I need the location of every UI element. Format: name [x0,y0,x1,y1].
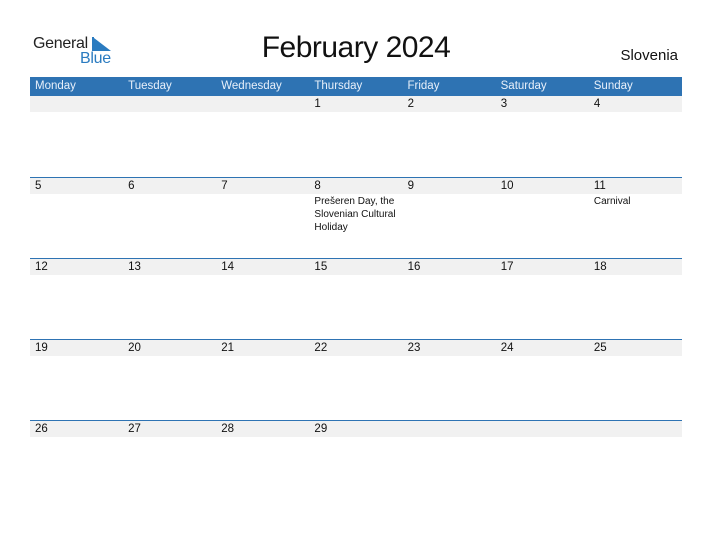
day-number: 10 [500,180,514,192]
day-cell: 20 [123,340,216,421]
day-cell: 13 [123,259,216,340]
day-cell: 6 [123,178,216,259]
day-number: 29 [314,423,328,435]
weekday-monday: Monday [35,80,76,92]
day-number: 9 [407,180,414,192]
day-cell: 29 [309,421,402,502]
day-number: 23 [407,342,421,354]
day-number: 2 [407,98,414,110]
week-row: 5 6 7 8 Prešeren Day, the Slovenian Cultural… [30,177,682,259]
weekday-wednesday: Wednesday [221,80,282,92]
day-cell: 26 [30,421,123,502]
day-cell: 21 [216,340,309,421]
day-cell [123,96,216,177]
day-number: 3 [500,98,508,110]
day-number: 15 [314,261,328,273]
day-cell: 4 [589,96,682,177]
weekday-thursday: Thursday [314,80,363,92]
day-cell: 24 [496,340,589,421]
day-cell: 19 [30,340,123,421]
day-number: 19 [35,342,48,354]
day-number: 4 [593,98,601,110]
day-number: 12 [35,261,48,273]
weekday-header: Monday Tuesday Wednesday Thursday Friday… [30,77,682,96]
day-cell: 8 Prešeren Day, the Slovenian Cultural Ho… [309,178,402,259]
day-cell: 9 [403,178,496,259]
day-number: 21 [221,342,235,354]
day-cell [30,96,123,177]
day-cell: 7 [216,178,309,259]
week-row: 1 2 3 4 [30,96,682,177]
holiday-label: Carnival [593,196,631,207]
day-cell: 3 [496,96,589,177]
day-cell: 5 [30,178,123,259]
day-cell: 27 [123,421,216,502]
country-label: Slovenia [620,47,678,64]
weekday-friday: Friday [407,80,440,92]
day-cell: 1 [309,96,402,177]
day-number: 26 [35,423,48,435]
day-cell: 22 [309,340,402,421]
week-row: 26 27 28 29 [30,420,682,502]
week-row: 19 20 21 22 23 24 25 [30,339,682,421]
calendar-title: February 2024 [261,31,451,64]
day-number: 22 [314,342,328,354]
weekday-sunday: Sunday [593,80,633,92]
weekday-saturday: Saturday [500,80,547,92]
day-cell: 15 [309,259,402,340]
day-number: 25 [593,342,607,354]
day-cell: 23 [403,340,496,421]
day-number: 16 [407,261,421,273]
day-cell [403,421,496,502]
day-number: 24 [500,342,514,354]
day-cell [496,421,589,502]
day-cell: 17 [496,259,589,340]
day-number: 8 [314,180,321,192]
day-number: 28 [221,423,235,435]
day-cell [216,96,309,177]
day-number: 14 [221,261,235,273]
day-cell [589,421,682,502]
weekday-tuesday: Tuesday [128,80,172,92]
day-cell: 16 [403,259,496,340]
day-cell: 18 [589,259,682,340]
day-cell: 12 [30,259,123,340]
day-number: 13 [128,261,141,273]
day-cell: 2 [403,96,496,177]
day-number: 7 [221,180,228,192]
day-number: 18 [593,261,607,273]
day-cell: 11 Carnival [589,178,682,259]
day-cell: 14 [216,259,309,340]
week-row: 12 13 14 15 16 17 18 [30,258,682,340]
day-number: 1 [314,98,321,110]
day-number: 6 [128,180,135,192]
day-cell: 28 [216,421,309,502]
day-cell: 25 [589,340,682,421]
day-number: 11 [593,180,606,192]
day-number: 17 [500,261,514,273]
holiday-label: Prešeren Day, the Slovenian Cultural Hol… [314,196,396,233]
day-cell: 10 [496,178,589,259]
day-number: 5 [35,180,42,192]
day-number: 20 [128,342,141,354]
day-number: 27 [128,423,141,435]
